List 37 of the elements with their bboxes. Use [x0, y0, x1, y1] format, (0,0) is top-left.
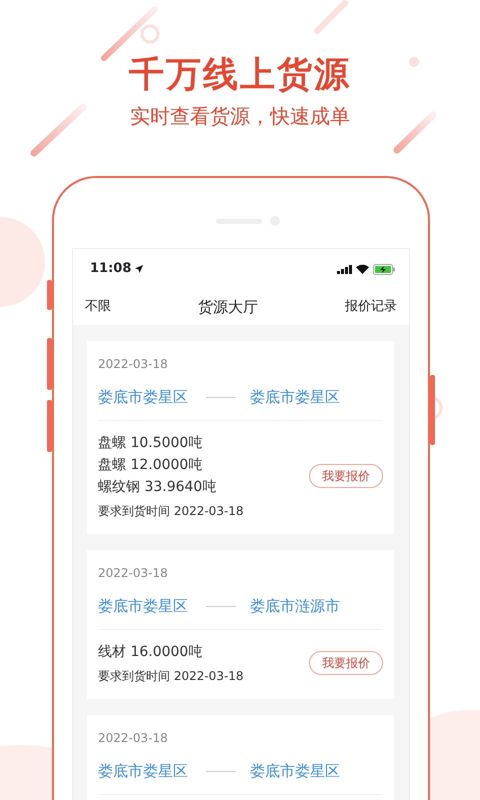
battery-icon: [373, 264, 395, 274]
status-time: 11:08: [90, 260, 132, 278]
ring-decoration: [140, 24, 160, 44]
cargo-card[interactable]: 2022-03-18 娄底市娄星区 娄底市娄星区 盘螺 10.5000吨 盘螺 12.0000吨 螺纹钢 33.9640吨 要求到货时间 2022-03-18 我要报价: [87, 341, 394, 534]
cargo-card[interactable]: 2022-03-18 娄底市娄星区 娄底市娄星区: [87, 715, 394, 800]
post-date: 2022-03-18: [98, 565, 169, 582]
cargo-item: 螺纹钢 33.9640吨: [98, 478, 218, 497]
dot-decoration: [409, 57, 419, 67]
headline: 千万线上货源: [129, 54, 351, 97]
destination-text: 娄底市涟源市: [250, 596, 340, 617]
quote-button[interactable]: 我要报价: [309, 464, 383, 488]
cargo-card[interactable]: 2022-03-18 娄底市娄星区 娄底市涟源市 线材 16.0000吨 要求到货时间 2022-03-18 我要报价: [87, 550, 394, 699]
filter-link[interactable]: 不限: [85, 297, 111, 317]
route-line: [206, 770, 236, 772]
origin-text: 娄底市娄星区: [98, 387, 189, 408]
delivery-deadline: 要求到货时间 2022-03-18: [98, 668, 244, 685]
signal-icon: [337, 264, 352, 274]
subheadline: 实时查看货源，快速成单: [130, 103, 350, 130]
location-icon: [135, 265, 144, 273]
stripe-decoration: [394, 112, 436, 154]
destination-text: 娄底市娄星区: [250, 761, 340, 782]
origin-text: 娄底市娄星区: [98, 596, 189, 617]
route-line: [206, 396, 236, 398]
stripe-decoration: [30, 104, 86, 156]
destination-text: 娄底市娄星区: [250, 387, 340, 408]
cargo-item: 盘螺 10.5000吨: [98, 434, 204, 453]
stripe-decoration: [314, 0, 348, 34]
cargo-item: 盘螺 12.0000吨: [98, 456, 204, 475]
delivery-deadline: 要求到货时间 2022-03-18: [98, 503, 244, 520]
post-date: 2022-03-18: [98, 356, 169, 373]
quote-history-link[interactable]: 报价记录: [345, 297, 397, 317]
page-title: 货源大厅: [198, 296, 258, 318]
origin-text: 娄底市娄星区: [98, 761, 189, 782]
cargo-item: 线材 16.0000吨: [98, 643, 204, 662]
post-date: 2022-03-18: [98, 730, 169, 747]
quote-button[interactable]: 我要报价: [309, 651, 383, 675]
wifi-icon: [356, 264, 369, 274]
